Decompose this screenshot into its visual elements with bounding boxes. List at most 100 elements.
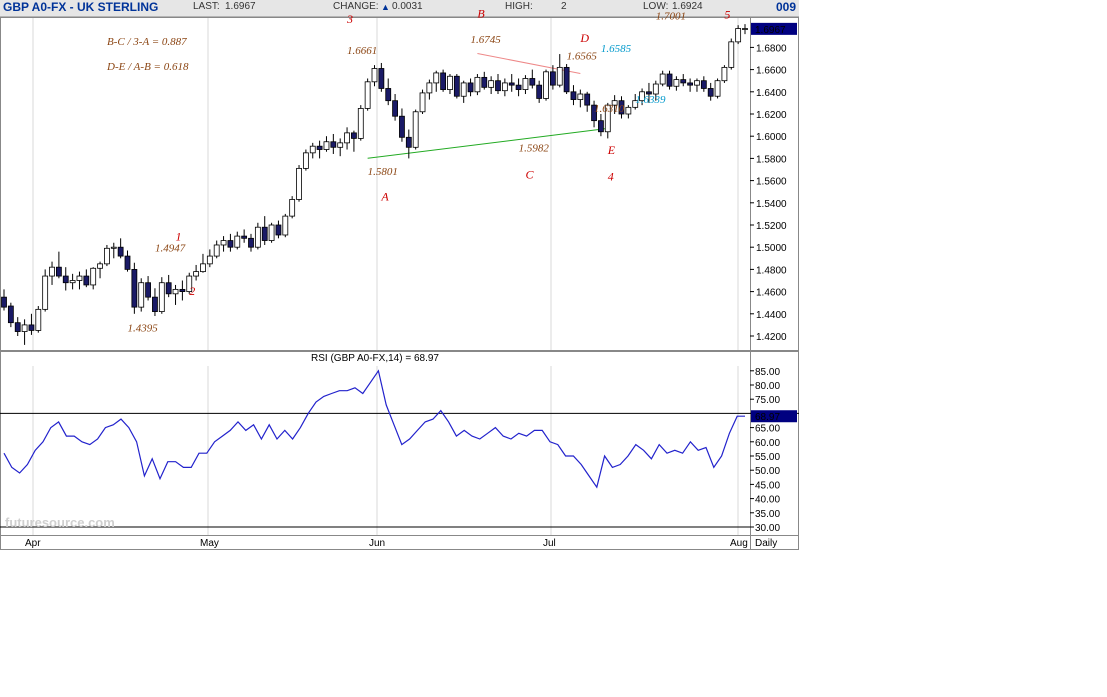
candle [220,236,227,252]
price-and-rsi-chart: 1.6800 1.6600 1.6400 1.6200 1.6000 1.5800 1.56… [0,6,799,550]
candle [680,74,687,87]
rsi-last-label: 68.97 [755,412,780,423]
candle-body [488,80,495,88]
candle [488,76,495,95]
candle [302,149,309,171]
rsi-tick-label: 75.00 [755,395,780,406]
candle [625,105,632,119]
candle-body [193,271,200,277]
candle-body [515,84,522,90]
candle-body [69,280,76,284]
candle [357,105,364,141]
price-tick-label: 1.5200 [756,221,787,232]
candle-body [392,100,398,117]
candle-body [707,88,714,97]
candle-body [419,92,426,113]
rsi-title: RSI (GBP A0-FX,14) = 68.97 [311,353,439,364]
candle [316,140,323,159]
candle [21,319,28,345]
candle-body [598,120,604,133]
price-tick-label: 1.6600 [756,66,787,77]
candle [282,213,289,238]
fibonacci-ratio-label: B-C / 3-A = 0.887 [107,36,187,48]
candle-body [426,82,433,94]
date-tick-label: Jul [543,538,556,549]
candle-body [261,226,268,241]
candle-body [474,76,481,93]
candle-body [104,247,110,265]
candle-body [55,266,62,277]
candle [1,289,7,311]
watermark-logo: futuresource.com [5,515,115,530]
candle-body [90,267,97,286]
wave-label: 2 [189,284,195,298]
candle-body [652,83,659,95]
price-level-label: 1.6565 [567,51,598,63]
candle [158,277,165,314]
rsi-tick-label: 60.00 [755,438,780,449]
candle [200,253,206,273]
candle-body [117,246,124,257]
candle [563,64,570,95]
rsi-tick-label: 35.00 [755,509,780,520]
date-tick-label: Jun [369,538,385,549]
candle [90,267,97,290]
candle-body [83,275,90,286]
price-tick-label: 1.6400 [756,88,787,99]
candle [42,269,49,312]
price-level-label: 1.5801 [368,166,398,178]
candle-body [570,91,577,100]
candle-body [289,199,296,217]
candle-body [412,111,419,148]
candle-body [241,235,248,239]
candle-body [453,75,460,97]
price-level-label: 1.7001 [656,11,686,23]
candle [131,262,138,314]
candle [138,278,145,312]
candle-body [323,141,330,150]
candle [714,78,721,99]
candle [49,261,55,285]
candle [268,222,275,243]
candle-body [351,132,357,139]
candle [55,251,62,279]
candle [344,127,350,150]
rsi-line [3,369,745,489]
date-tick-label: Apr [25,538,41,549]
candle [323,136,330,152]
wave-label: 5 [724,8,730,22]
candle [7,302,14,328]
candle [35,306,42,333]
price-tick-label: 1.4200 [756,332,787,343]
last-price-label: 1.6967 [755,25,786,36]
candle-body [282,215,289,236]
candle-body [200,263,206,273]
candle-body [309,145,316,154]
candle-body [302,152,309,169]
fibonacci-ratio-label: D-E / A-B = 0.618 [106,61,189,73]
date-tick-label: May [200,538,219,549]
candle [556,54,563,88]
candle [460,80,467,103]
candle [385,78,392,106]
candle [62,267,69,291]
price-level-label: 1.6310 [594,103,625,115]
candle-body [721,66,728,82]
price-level-label: 1.6745 [471,34,502,46]
candle [673,76,680,91]
wave-label: 3 [346,12,353,26]
candle-body [625,106,632,115]
candle-body [131,268,138,308]
candle [721,65,728,83]
candle-body [467,82,474,93]
candle-body [337,142,344,148]
candle-body [35,308,42,331]
candle [529,69,536,89]
candle [275,220,282,239]
candle-body [76,275,83,281]
candle [687,78,694,92]
candle-body [110,246,117,249]
candle [172,284,179,305]
candle-body [543,71,549,99]
candle [508,74,515,92]
